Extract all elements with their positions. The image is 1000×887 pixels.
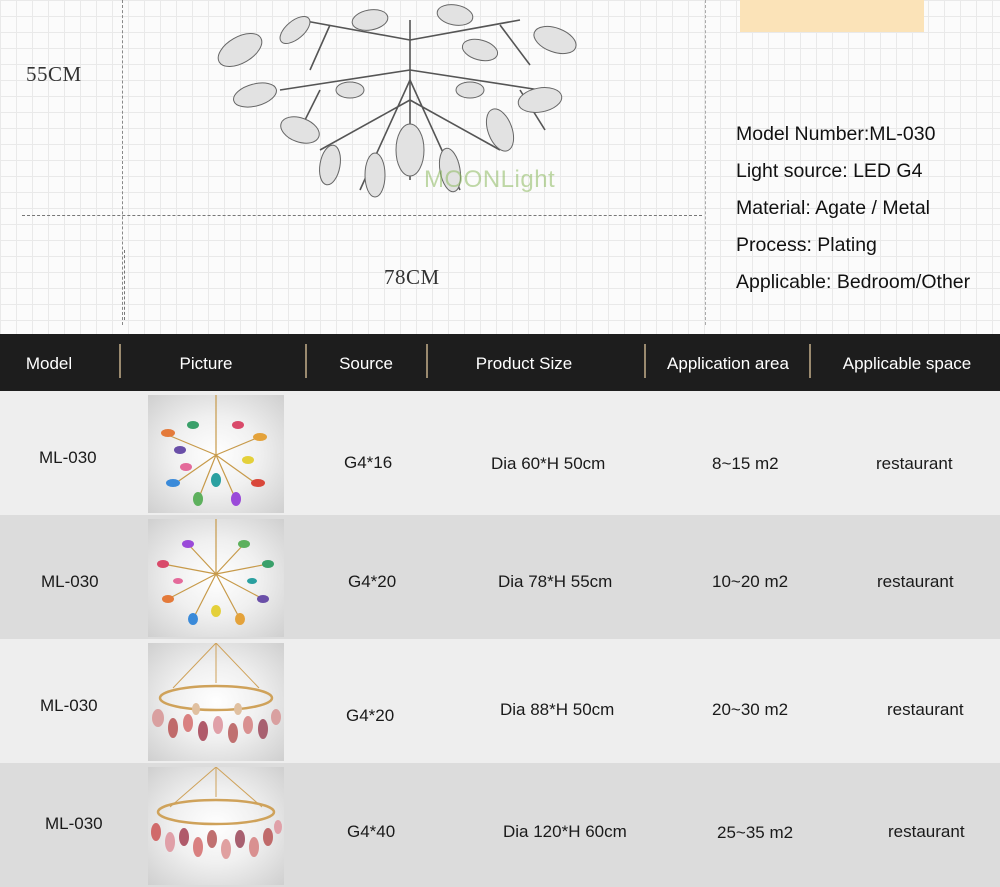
height-guide-line <box>122 0 123 325</box>
cell-product-size: Dia 120*H 60cm <box>503 822 627 841</box>
cell-source: G4*20 <box>348 572 397 591</box>
chandelier-drawing <box>217 4 577 198</box>
product-table: Model Picture Source Product Size Applic… <box>0 334 1000 887</box>
header-source: Source <box>339 354 393 373</box>
spec-list: Model Number:ML-030 Light source: LED G4… <box>736 116 970 301</box>
brand-watermark: MOONLight <box>424 166 556 193</box>
cell-applicable-space: restaurant <box>887 700 964 719</box>
cell-applicable-space: restaurant <box>877 572 954 591</box>
cell-model: ML-030 <box>45 814 103 833</box>
header-applicable-space: Applicable space <box>842 354 972 373</box>
cell-application-area: 25~35 m2 <box>717 823 794 842</box>
table-row: ML-030 <box>0 515 1000 639</box>
width-dimension-label: 78CM <box>384 265 440 289</box>
cell-model: ML-030 <box>41 572 99 591</box>
spec-light-source: Light source: LED G4 <box>736 160 923 182</box>
branch-chandelier-photo <box>148 395 284 513</box>
cell-source: G4*20 <box>346 706 395 725</box>
cell-source: G4*40 <box>347 822 396 841</box>
spec-process: Process: Plating <box>736 234 877 256</box>
color-swatch <box>740 0 924 32</box>
ring-chandelier-photo <box>148 643 284 761</box>
cell-product-size: Dia 78*H 55cm <box>498 572 613 591</box>
spec-model-number: Model Number:ML-030 <box>736 123 936 145</box>
header-product-size: Product Size <box>475 354 573 373</box>
height-dimension-label: 55CM <box>26 62 82 86</box>
right-guide-line <box>705 0 706 325</box>
width-guide-tick <box>124 250 127 320</box>
table-header: Model Picture Source Product Size Applic… <box>0 334 1000 391</box>
cell-applicable-space: restaurant <box>876 454 953 473</box>
dimension-drawing: 55CM 78CM MOONLight Model Number:ML-030 … <box>0 0 1000 334</box>
header-separator <box>644 344 646 378</box>
cell-application-area: 10~20 m2 <box>712 572 789 591</box>
header-separator <box>305 344 307 378</box>
ring-chandelier-photo <box>148 767 284 885</box>
cell-product-size: Dia 88*H 50cm <box>500 700 615 719</box>
spec-material: Material: Agate / Metal <box>736 197 931 219</box>
cell-product-size: Dia 60*H 50cm <box>491 454 606 473</box>
cell-applicable-space: restaurant <box>888 822 965 841</box>
table-row: ML-030 <box>0 763 1000 887</box>
header-picture: Picture <box>179 354 233 373</box>
cell-application-area: 8~15 m2 <box>712 454 779 473</box>
table-row: ML-030 <box>0 391 1000 515</box>
table-row: ML-030 <box>0 639 1000 763</box>
header-separator <box>119 344 121 378</box>
header-separator <box>809 344 811 378</box>
cell-application-area: 20~30 m2 <box>712 700 789 719</box>
spec-applicable: Applicable: Bedroom/Other <box>736 271 971 293</box>
header-separator <box>426 344 428 378</box>
cell-model: ML-030 <box>40 696 98 715</box>
header-application-area: Application area <box>667 354 789 373</box>
cell-model: ML-030 <box>39 448 97 467</box>
branch-chandelier-photo <box>148 519 284 637</box>
header-model: Model <box>25 354 73 373</box>
cell-source: G4*16 <box>344 453 393 472</box>
